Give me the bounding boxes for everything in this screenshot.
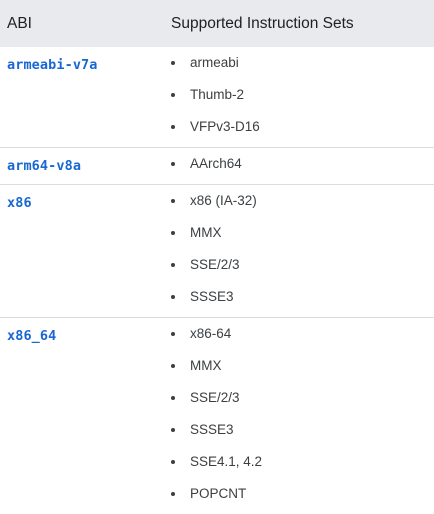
bullet-icon bbox=[171, 332, 175, 336]
header-abi: ABI bbox=[0, 0, 164, 47]
list-item: VFPv3-D16 bbox=[164, 111, 434, 143]
abi-cell: arm64-v8a bbox=[0, 148, 164, 185]
list-item: SSSE3 bbox=[164, 414, 434, 446]
instruction-set-label: SSSE3 bbox=[190, 422, 234, 437]
instruction-set-list: armeabi Thumb-2 VFPv3-D16 bbox=[164, 47, 434, 147]
instruction-set-list: AArch64 bbox=[164, 148, 434, 184]
instruction-set-label: Thumb-2 bbox=[190, 87, 244, 102]
abi-cell: armeabi-v7a bbox=[0, 47, 164, 148]
abi-cell: x86_64 bbox=[0, 318, 164, 514]
instruction-sets-cell: x86 (IA-32) MMX SSE/2/3 SSSE3 bbox=[164, 185, 434, 318]
list-item: SSE/2/3 bbox=[164, 249, 434, 281]
table-row: x86 x86 (IA-32) MMX SSE/2/3 SSSE3 bbox=[0, 185, 434, 318]
instruction-set-label: SSE4.1, 4.2 bbox=[190, 454, 262, 469]
table-row: arm64-v8a AArch64 bbox=[0, 148, 434, 185]
instruction-set-label: SSE/2/3 bbox=[190, 390, 240, 405]
bullet-icon bbox=[171, 295, 175, 299]
abi-table: ABI Supported Instruction Sets armeabi-v… bbox=[0, 0, 434, 514]
abi-name: arm64-v8a bbox=[7, 158, 81, 174]
instruction-sets-cell: x86-64 MMX SSE/2/3 SSSE3 SSE4.1, 4.2 POPCNT bbox=[164, 318, 434, 514]
list-item: armeabi bbox=[164, 47, 434, 79]
list-item: AArch64 bbox=[164, 148, 434, 180]
instruction-sets-cell: armeabi Thumb-2 VFPv3-D16 bbox=[164, 47, 434, 148]
list-item: POPCNT bbox=[164, 478, 434, 510]
instruction-set-label: armeabi bbox=[190, 55, 239, 70]
instruction-set-label: MMX bbox=[190, 358, 222, 373]
bullet-icon bbox=[171, 61, 175, 65]
list-item: SSSE3 bbox=[164, 281, 434, 313]
bullet-icon bbox=[171, 263, 175, 267]
instruction-set-label: x86 (IA-32) bbox=[190, 193, 257, 208]
instruction-set-label: VFPv3-D16 bbox=[190, 119, 260, 134]
table-row: x86_64 x86-64 MMX SSE/2/3 SSSE3 SSE4.1, 4.2 PO… bbox=[0, 318, 434, 514]
instruction-set-list: x86-64 MMX SSE/2/3 SSSE3 SSE4.1, 4.2 POPCNT bbox=[164, 318, 434, 514]
list-item: Thumb-2 bbox=[164, 79, 434, 111]
abi-name: x86 bbox=[7, 195, 32, 211]
instruction-sets-cell: AArch64 bbox=[164, 148, 434, 185]
instruction-set-label: MMX bbox=[190, 225, 222, 240]
list-item: SSE/2/3 bbox=[164, 382, 434, 414]
list-item: x86-64 bbox=[164, 318, 434, 350]
bullet-icon bbox=[171, 231, 175, 235]
table-body: armeabi-v7a armeabi Thumb-2 VFPv3-D16 arm64-… bbox=[0, 47, 434, 514]
bullet-icon bbox=[171, 93, 175, 97]
abi-name: armeabi-v7a bbox=[7, 57, 98, 73]
bullet-icon bbox=[171, 460, 175, 464]
bullet-icon bbox=[171, 364, 175, 368]
header-supported-instruction-sets: Supported Instruction Sets bbox=[164, 0, 434, 47]
list-item: SSE4.1, 4.2 bbox=[164, 446, 434, 478]
abi-name: x86_64 bbox=[7, 328, 56, 344]
bullet-icon bbox=[171, 125, 175, 129]
bullet-icon bbox=[171, 162, 175, 166]
bullet-icon bbox=[171, 492, 175, 496]
table-row: armeabi-v7a armeabi Thumb-2 VFPv3-D16 bbox=[0, 47, 434, 148]
bullet-icon bbox=[171, 428, 175, 432]
bullet-icon bbox=[171, 396, 175, 400]
list-item: MMX bbox=[164, 217, 434, 249]
table-header-row: ABI Supported Instruction Sets bbox=[0, 0, 434, 47]
instruction-set-label: POPCNT bbox=[190, 486, 246, 501]
instruction-set-label: SSSE3 bbox=[190, 289, 234, 304]
list-item: MMX bbox=[164, 350, 434, 382]
list-item: x86 (IA-32) bbox=[164, 185, 434, 217]
abi-cell: x86 bbox=[0, 185, 164, 318]
bullet-icon bbox=[171, 199, 175, 203]
instruction-set-label: SSE/2/3 bbox=[190, 257, 240, 272]
instruction-set-label: x86-64 bbox=[190, 326, 231, 341]
instruction-set-list: x86 (IA-32) MMX SSE/2/3 SSSE3 bbox=[164, 185, 434, 317]
instruction-set-label: AArch64 bbox=[190, 156, 242, 171]
